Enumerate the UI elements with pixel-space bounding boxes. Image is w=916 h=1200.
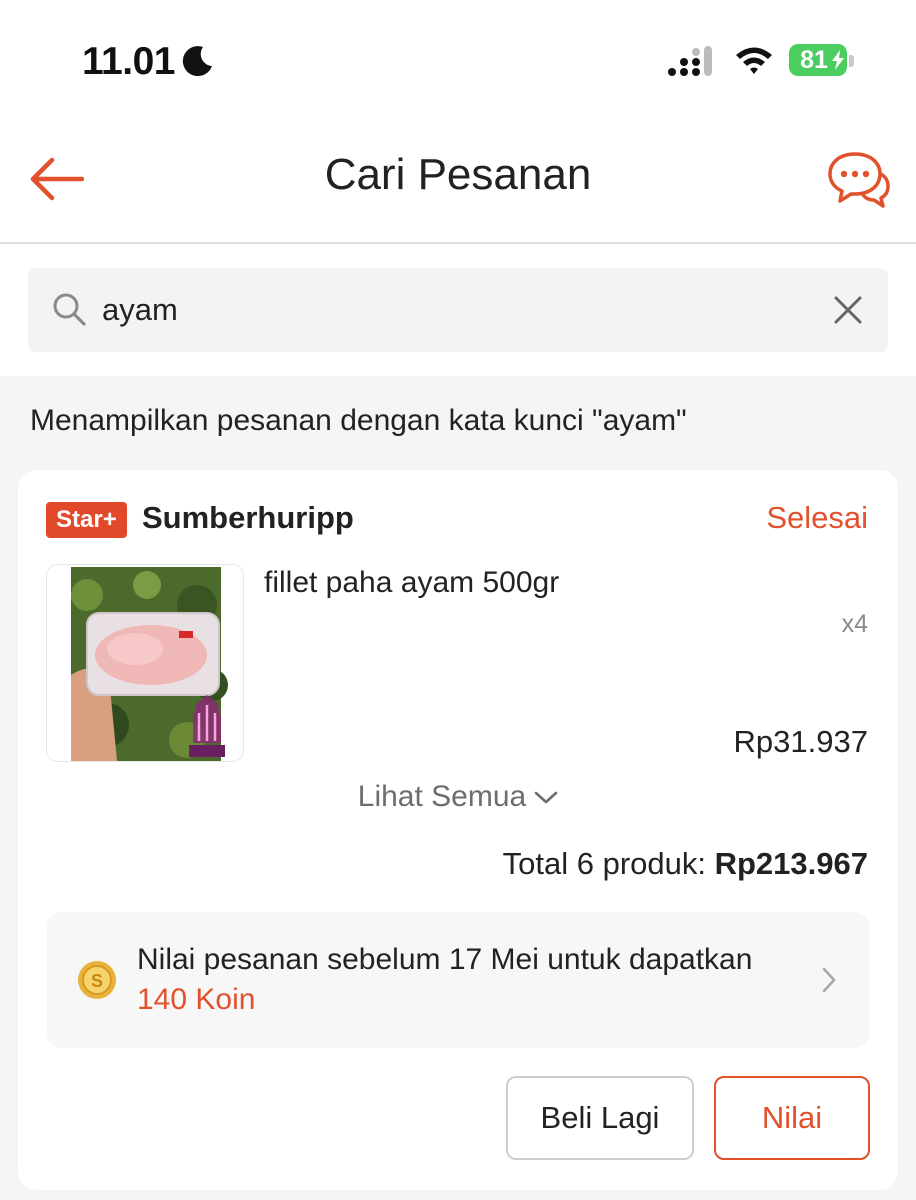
rate-button[interactable]: Nilai bbox=[714, 1076, 870, 1160]
status-bar: 11.01 81 bbox=[0, 0, 916, 120]
see-all-button[interactable]: Lihat Semua bbox=[18, 780, 898, 814]
buy-again-button[interactable]: Beli Lagi bbox=[506, 1076, 694, 1160]
chat-bubbles-icon bbox=[828, 152, 890, 208]
shop-name[interactable]: Sumberhuripp bbox=[142, 500, 354, 536]
arrow-left-icon bbox=[30, 157, 84, 201]
product-photo bbox=[47, 565, 243, 761]
product-image[interactable] bbox=[46, 564, 244, 762]
search-box[interactable] bbox=[28, 268, 888, 352]
close-icon[interactable] bbox=[832, 294, 864, 326]
shop-row[interactable]: Star+ Sumberhuripp Selesai bbox=[46, 498, 870, 542]
moon-icon bbox=[182, 46, 212, 77]
coin-icon: S bbox=[78, 961, 116, 999]
screen: 11.01 81 Cari Pesanan ayam Menampilkan p… bbox=[0, 0, 916, 1200]
back-button[interactable] bbox=[28, 150, 86, 208]
total-amount: Rp213.967 bbox=[714, 846, 868, 881]
header: Cari Pesanan bbox=[0, 120, 916, 244]
rating-prompt-text: Nilai pesanan sebelum 17 Mei untuk dapat… bbox=[137, 940, 757, 1020]
coin-reward: 140 Koin bbox=[137, 983, 256, 1016]
cellular-signal-icon bbox=[668, 46, 712, 76]
rating-prompt[interactable]: S Nilai pesanan sebelum 17 Mei untuk dap… bbox=[47, 912, 869, 1048]
order-total: Total 6 produk: Rp213.967 bbox=[503, 846, 868, 882]
product-name[interactable]: fillet paha ayam 500gr bbox=[264, 566, 559, 600]
total-label: Total 6 produk: bbox=[502, 846, 706, 881]
chevron-right-icon bbox=[822, 967, 836, 993]
chat-button[interactable] bbox=[826, 150, 892, 210]
order-status: Selesai bbox=[766, 500, 868, 535]
product-quantity: x4 bbox=[841, 610, 868, 638]
page-title: Cari Pesanan bbox=[324, 150, 592, 199]
results-info: Menampilkan pesanan dengan kata kunci "a… bbox=[30, 404, 687, 437]
product-price: Rp31.937 bbox=[733, 724, 868, 759]
see-all-label: Lihat Semua bbox=[357, 780, 527, 813]
battery-charging-icon: 81 bbox=[789, 44, 847, 76]
search-area bbox=[0, 244, 916, 376]
chevron-down-icon bbox=[534, 791, 558, 804]
star-plus-badge: Star+ bbox=[46, 502, 127, 538]
order-card[interactable]: Star+ Sumberhuripp Selesai fillet paha a… bbox=[18, 470, 898, 1190]
wifi-icon bbox=[736, 47, 772, 74]
status-time: 11.01 bbox=[82, 40, 175, 83]
battery-cap bbox=[849, 55, 854, 67]
rating-prompt-message: Nilai pesanan sebelum 17 Mei untuk dapat… bbox=[137, 943, 753, 976]
svg-text:S: S bbox=[91, 971, 103, 991]
lightning-icon bbox=[832, 50, 844, 70]
search-input[interactable] bbox=[102, 268, 802, 352]
search-icon bbox=[53, 293, 86, 326]
